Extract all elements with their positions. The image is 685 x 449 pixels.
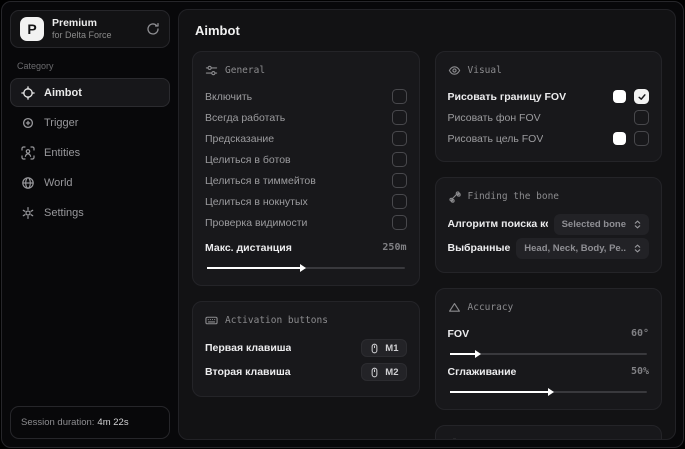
option-row-target-knocked: Целиться в нокнутых (205, 191, 407, 212)
category-label: Category (17, 61, 54, 71)
mouse-icon (369, 343, 380, 354)
bone-algorithm-row: Алгоритм поиска кости Selected bone (448, 212, 649, 236)
section-title: General (225, 65, 266, 76)
first-key-row: Первая клавиша M1 (205, 336, 407, 360)
prediction-checkbox[interactable] (391, 131, 407, 146)
brand-title: Premium (52, 16, 97, 29)
mouse-icon (369, 367, 380, 378)
brand-subtitle: for Delta Force (52, 29, 112, 40)
fov-border-color-swatch[interactable] (613, 90, 626, 103)
finding-bone-card: Finding the bone Алгоритм поиска кости S… (434, 177, 662, 273)
fov-target-row: Рисовать цель FOV (448, 128, 649, 149)
first-keybind-button[interactable]: M1 (361, 339, 407, 357)
fov-row: FOV 60° (447, 327, 650, 340)
sidebar: P Premium for Delta Force Category Aimbo… (2, 2, 178, 447)
fov-value: 60° (630, 328, 649, 339)
general-card: General Включить Всегда работать Предска… (192, 51, 420, 286)
crosshair-icon (21, 85, 35, 100)
section-title: Activation buttons (225, 315, 328, 326)
switch-delay-card: Switch Delay Задержка переключения Задер… (434, 425, 662, 440)
globe-icon (21, 176, 35, 190)
section-title: Switch Delay (468, 439, 537, 440)
smoothing-slider[interactable] (449, 387, 647, 396)
fov-background-row: Рисовать фон FOV (448, 107, 649, 128)
option-row-enable: Включить (205, 86, 407, 107)
sidebar-item-world[interactable]: World (10, 168, 170, 197)
smoothing-value: 50% (630, 366, 649, 377)
keyboard-icon (205, 314, 218, 327)
brand-text: Premium for Delta Force (52, 17, 112, 41)
gear-icon (21, 206, 35, 220)
visual-card: Visual Рисовать границу FOV Рисовать фон… (434, 51, 662, 162)
sidebar-item-aimbot[interactable]: Aimbot (10, 78, 170, 107)
page-title: Aimbot (195, 23, 240, 38)
fov-background-checkbox[interactable] (634, 110, 649, 125)
chevron-up-down-icon (632, 219, 643, 230)
fov-target-color-swatch[interactable] (613, 132, 626, 145)
target-teammates-checkbox[interactable] (391, 173, 407, 188)
enable-checkbox[interactable] (391, 89, 407, 104)
max-distance-row: Макс. дистанция 250m (205, 241, 407, 254)
sidebar-item-entities[interactable]: Entities (10, 138, 170, 167)
app-window: P Premium for Delta Force Category Aimbo… (1, 1, 684, 448)
left-column: General Включить Всегда работать Предска… (192, 51, 420, 397)
sidebar-item-settings[interactable]: Settings (10, 198, 170, 227)
selected-bones-dropdown[interactable]: Head, Neck, Body, Pe.. (516, 237, 649, 259)
sidebar-item-label: Trigger (44, 116, 79, 129)
target-bots-checkbox[interactable] (391, 152, 407, 167)
always-work-checkbox[interactable] (391, 110, 407, 125)
sidebar-item-label: Aimbot (44, 86, 82, 99)
eye-icon (448, 64, 461, 77)
brand-card: P Premium for Delta Force (10, 10, 170, 48)
sidebar-item-label: Entities (44, 146, 81, 159)
fov-border-row: Рисовать границу FOV (448, 86, 649, 107)
brand-logo: P (20, 17, 44, 41)
sidebar-item-label: World (44, 176, 73, 189)
chevron-up-down-icon (632, 243, 643, 254)
section-title: Accuracy (467, 302, 514, 313)
sidebar-item-trigger[interactable]: Trigger (10, 108, 170, 137)
target-knocked-checkbox[interactable] (391, 194, 407, 209)
max-distance-slider[interactable] (207, 263, 405, 272)
second-key-row: Вторая клавиша M2 (205, 360, 407, 384)
person-scan-icon (21, 145, 35, 160)
option-row-target-bots: Целиться в ботов (205, 149, 407, 170)
fov-slider[interactable] (449, 349, 647, 358)
stopwatch-icon (448, 438, 461, 439)
sidebar-nav: Aimbot Trigger Entities World Settings (10, 78, 170, 227)
max-distance-value: 250m (382, 242, 407, 253)
triangle-gauge-icon (448, 301, 461, 314)
bone-algorithm-dropdown[interactable]: Selected bone (553, 213, 649, 235)
tune-icon (205, 64, 218, 77)
fov-target-checkbox[interactable] (634, 131, 649, 146)
smoothing-row: Сглаживание 50% (447, 365, 650, 378)
check-icon (637, 92, 647, 102)
session-duration: Session duration: 4m 22s (10, 406, 170, 439)
option-row-target-teammates: Целиться в тиммейтов (205, 170, 407, 191)
visibility-check-checkbox[interactable] (391, 215, 407, 230)
session-label: Session duration: (21, 417, 95, 428)
selected-bones-row: Выбранные кости Head, Neck, Body, Pe.. (448, 236, 649, 260)
section-title: Visual (467, 65, 502, 76)
option-row-prediction: Предсказание (205, 128, 407, 149)
activation-buttons-card: Activation buttons Первая клавиша M1 Вто… (192, 301, 420, 397)
refresh-icon[interactable] (146, 22, 160, 36)
sidebar-item-label: Settings (44, 206, 84, 219)
right-column: Visual Рисовать границу FOV Рисовать фон… (434, 51, 662, 440)
session-value: 4m 22s (97, 417, 129, 428)
option-row-visibility-check: Проверка видимости (205, 212, 407, 233)
section-title: Finding the bone (467, 191, 560, 202)
main-panel: Aimbot General Включить Всегда работать … (178, 9, 676, 440)
bone-icon (448, 190, 461, 203)
fov-border-checkbox[interactable] (634, 89, 649, 104)
accuracy-card: Accuracy FOV 60° Сглаживание 50% (434, 288, 662, 410)
trigger-crosshair-icon (21, 116, 35, 130)
second-keybind-button[interactable]: M2 (361, 363, 407, 381)
option-row-always-work: Всегда работать (205, 107, 407, 128)
